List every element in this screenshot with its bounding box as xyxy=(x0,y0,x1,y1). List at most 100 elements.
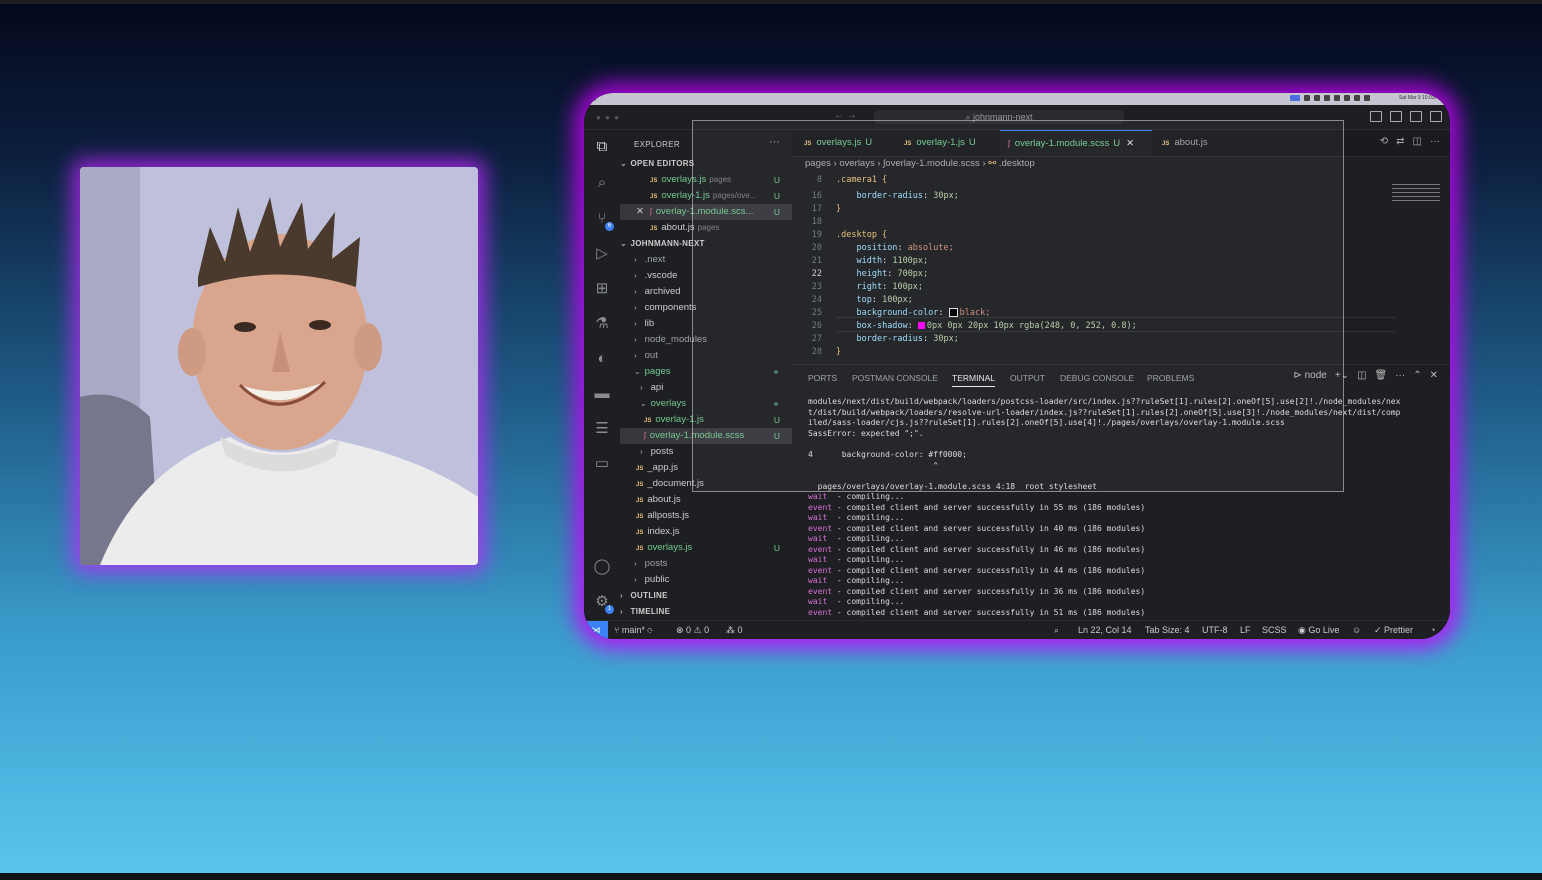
file-item[interactable]: JS about.js xyxy=(620,492,792,508)
go-live-button[interactable]: ◉ Go Live xyxy=(1298,621,1339,639)
timeline-icon[interactable]: ⟲ xyxy=(1380,136,1388,147)
log-msg: - compiled client and server successfull… xyxy=(832,544,1146,554)
file-item[interactable]: JS index.js xyxy=(620,524,792,540)
manage-gear-icon[interactable]: ⚙ 1 xyxy=(593,593,614,614)
copilot-icon[interactable]: ☺ xyxy=(1352,621,1361,639)
cursor-position[interactable]: Ln 22, Col 14 xyxy=(1078,621,1132,639)
log-tag: wait xyxy=(808,534,833,543)
trash-icon[interactable]: 🗑 xyxy=(1375,370,1388,381)
webcam-person-image xyxy=(80,167,478,565)
status-icon[interactable] xyxy=(1334,95,1340,101)
search-icon[interactable]: ⌕ xyxy=(593,174,611,192)
log-line: event - compiled client and server succe… xyxy=(808,545,1145,556)
line-ending[interactable]: LF xyxy=(1240,621,1251,639)
search-icon[interactable] xyxy=(1364,95,1370,101)
log-line: wait - compiling... xyxy=(808,534,904,545)
testing-icon[interactable]: ⚗ xyxy=(593,315,611,333)
timeline-header[interactable]: › TIMELINE xyxy=(620,604,792,620)
log-line: event - compiled client and server succe… xyxy=(808,608,1145,619)
log-line: event - compiled client and server succe… xyxy=(808,503,1145,514)
folder-name: pages xyxy=(644,366,671,377)
notifications-icon[interactable]: ◔ xyxy=(1430,621,1435,639)
log-msg: - compiled client and server successfull… xyxy=(832,607,1146,617)
remote-explorer-icon[interactable]: ▭ xyxy=(593,455,611,473)
scss-file-icon: ʃ xyxy=(649,207,652,216)
maximize-panel-icon[interactable]: ⌃ xyxy=(1413,370,1421,381)
ports-status[interactable]: ⁂ 0 xyxy=(726,621,743,639)
log-line: wait - compiling... xyxy=(808,597,904,608)
run-debug-icon[interactable]: ▷ xyxy=(593,245,611,263)
log-line: event - compiled client and server succe… xyxy=(808,566,1145,577)
more-actions-icon[interactable]: ··· xyxy=(1395,370,1405,381)
apple-icon[interactable]: ● xyxy=(592,94,597,103)
close-icon[interactable]: ✕ xyxy=(636,206,644,217)
more-actions-icon[interactable]: ··· xyxy=(1430,136,1440,147)
log-msg: - compiled client and server successfull… xyxy=(832,586,1146,596)
log-msg: - compiled client and server successfull… xyxy=(832,565,1146,575)
zoom-icon[interactable]: ⌕ xyxy=(1054,621,1059,639)
file-item[interactable]: JS overlays.js U xyxy=(620,540,792,556)
menubar-clock[interactable]: Sat Mar 9 10:03PM xyxy=(1399,95,1442,101)
file-name: about.js xyxy=(647,494,681,505)
log-msg: - compiling... xyxy=(832,513,905,522)
prettier-status[interactable]: ✓ Prettier xyxy=(1374,621,1413,639)
editor-actions: ⟲ ⇄ ◫ ··· xyxy=(1380,136,1440,147)
file-item[interactable]: JS allposts.js xyxy=(620,508,792,524)
desktop-share: ● Sat Mar 9 10:03PM ● ● ● ← → ⌕ johnmann… xyxy=(584,93,1450,639)
folder-name: overlays xyxy=(650,398,687,409)
close-icon[interactable]: ✕ xyxy=(1430,370,1438,381)
toggle-secondary-sidebar-icon[interactable] xyxy=(1410,111,1422,122)
battery-icon[interactable] xyxy=(1344,95,1350,101)
explorer-icon[interactable]: ⧉ xyxy=(593,138,611,156)
language-mode[interactable]: SCSS xyxy=(1262,621,1287,639)
split-editor-icon[interactable]: ◫ xyxy=(1413,136,1422,147)
log-tag: event xyxy=(808,544,833,554)
toggle-sidebar-icon[interactable] xyxy=(1370,111,1382,122)
prettier-label: Prettier xyxy=(1384,625,1414,635)
log-line: wait - compiling... xyxy=(808,513,904,524)
wifi-icon[interactable] xyxy=(1354,95,1360,101)
toggle-panel-icon[interactable] xyxy=(1390,111,1402,122)
folder-name: lib xyxy=(644,318,655,329)
problems-status[interactable]: ⊗ 0 ⚠ 0 xyxy=(676,621,709,639)
minimap[interactable] xyxy=(1392,184,1440,208)
folder-name: api xyxy=(650,382,664,393)
tab-size[interactable]: Tab Size: 4 xyxy=(1145,621,1190,639)
log-tag: event xyxy=(808,502,833,512)
traffic-lights[interactable]: ● ● ● xyxy=(596,113,620,122)
log-line: wait - compiling... xyxy=(808,492,904,503)
log-tag: wait xyxy=(808,597,833,606)
folder-name: components xyxy=(644,302,697,313)
log-tag: wait xyxy=(808,576,833,585)
log-msg: - compiled client and server successfull… xyxy=(832,502,1146,512)
postman-icon[interactable]: ◐ xyxy=(593,350,611,368)
folder-item[interactable]: › public xyxy=(620,572,792,588)
status-icon[interactable] xyxy=(1314,95,1320,101)
go-live-label: Go Live xyxy=(1308,625,1340,635)
folder-name: out xyxy=(644,350,658,361)
split-terminal-icon[interactable]: ◫ xyxy=(1357,370,1366,381)
outline-header[interactable]: › OUTLINE xyxy=(620,588,792,604)
compare-changes-icon[interactable]: ⇄ xyxy=(1396,136,1404,147)
folder-name: posts xyxy=(650,446,674,457)
status-icon[interactable] xyxy=(1304,95,1310,101)
folder-item[interactable]: › posts xyxy=(620,556,792,572)
top-edge xyxy=(0,0,1542,4)
log-tag: wait xyxy=(808,513,833,522)
zoom-status-icon[interactable] xyxy=(1290,95,1300,101)
accounts-icon[interactable]: ◯ xyxy=(593,558,611,576)
encoding[interactable]: UTF-8 xyxy=(1202,621,1228,639)
outline-label: OUTLINE xyxy=(630,591,668,600)
vscode-window: ● Sat Mar 9 10:03PM ● ● ● ← → ⌕ johnmann… xyxy=(584,93,1450,639)
outline-icon[interactable]: ☰ xyxy=(593,420,611,438)
customize-layout-icon[interactable] xyxy=(1430,111,1442,122)
branch-status[interactable]: ⑂ main* ⟳ xyxy=(614,621,653,639)
webcam-video xyxy=(80,167,478,565)
extensions-icon[interactable]: ⊞ xyxy=(593,280,611,298)
status-icon[interactable] xyxy=(1324,95,1330,101)
docker-icon[interactable]: ▬ xyxy=(593,385,611,403)
sidebar-title: EXPLORER xyxy=(634,140,680,149)
remote-indicator-icon[interactable]: ⋊ xyxy=(584,621,608,639)
timeline-label: TIMELINE xyxy=(630,607,671,616)
source-control-icon[interactable]: ⑂ 6 xyxy=(593,210,614,231)
